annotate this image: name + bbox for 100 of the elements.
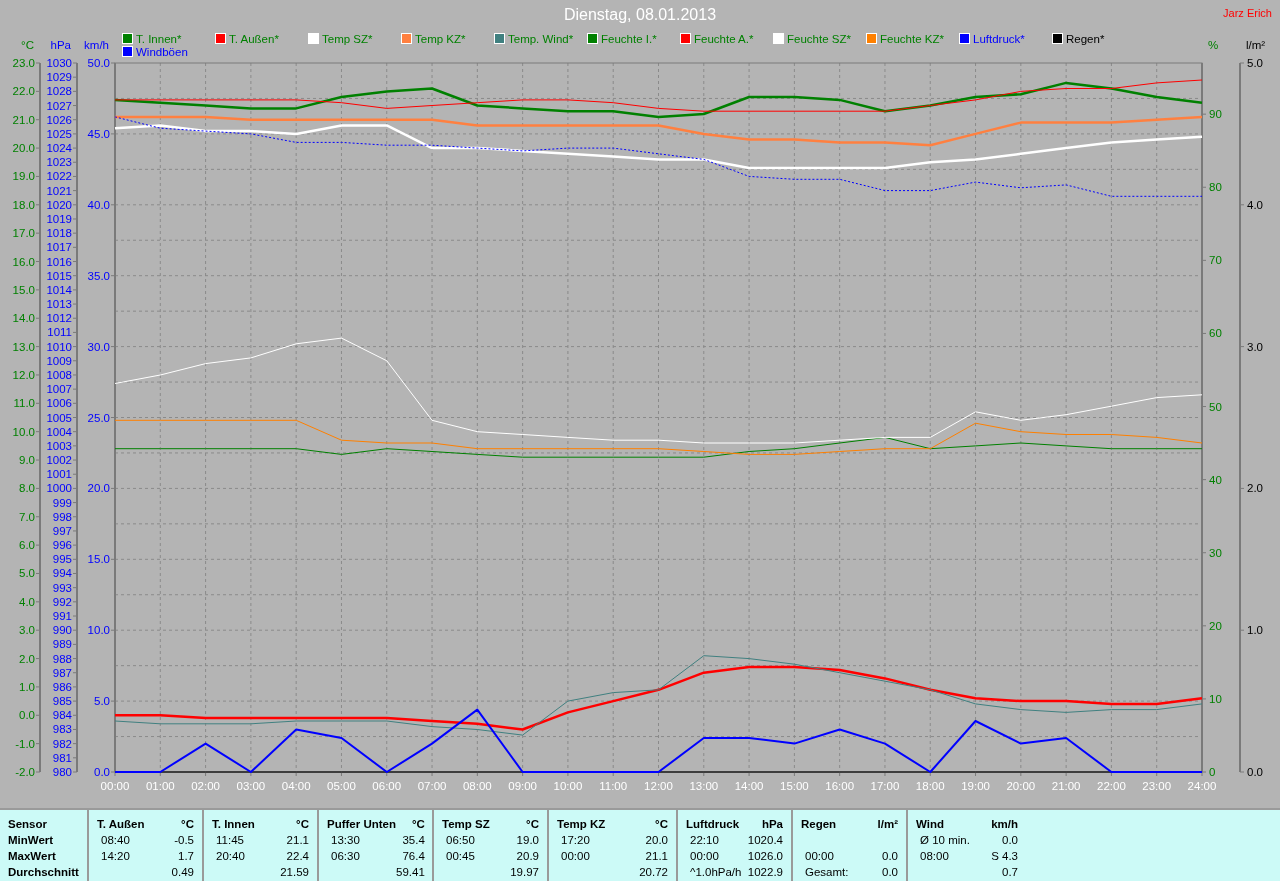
axis-tick-label: 985 bbox=[52, 695, 72, 708]
table-cell-text: 1020.4 bbox=[747, 833, 783, 848]
axis-tick-label: 5.0 bbox=[94, 695, 110, 708]
table-cell-text: 13:30 bbox=[330, 833, 361, 848]
legend-label: Feuchte I.* bbox=[601, 33, 657, 45]
table-cell-text: 76.4 bbox=[401, 849, 425, 864]
axis-tick-label: 12:00 bbox=[644, 780, 673, 792]
axis-tick-label: 6.0 bbox=[19, 539, 35, 552]
axis-tick-label: 1.0 bbox=[1247, 624, 1263, 637]
column-unit: °C bbox=[410, 817, 425, 832]
axis-tick-label: 998 bbox=[52, 510, 72, 523]
axis-tick-label: 2.0 bbox=[1247, 482, 1263, 495]
axis-tick-label: 12.0 bbox=[12, 368, 35, 381]
table-cell-text: 0.0 bbox=[881, 849, 898, 864]
axis-unit: °C bbox=[21, 39, 34, 51]
axis-tick-label: 1019 bbox=[46, 213, 72, 225]
column-title: Temp SZ bbox=[442, 817, 491, 832]
axis-tick-label: 9.0 bbox=[19, 454, 35, 467]
table-cell-text: 00:00 bbox=[689, 849, 720, 864]
axis-tick-label: 7.0 bbox=[19, 510, 35, 523]
axis-tick-label: 15.0 bbox=[87, 553, 110, 566]
axis-tick-label: 13:00 bbox=[689, 780, 719, 792]
table-cell-text: 20:40 bbox=[215, 849, 246, 864]
axis-tick-label: 982 bbox=[52, 737, 72, 750]
axis-tick-label: 20:00 bbox=[1006, 780, 1036, 792]
column-unit: km/h bbox=[991, 817, 1018, 832]
axis-tick-label: 1018 bbox=[46, 227, 72, 240]
axis-tick-label: 1025 bbox=[46, 127, 72, 140]
column-unit: l/m² bbox=[877, 817, 898, 832]
table-cell-text: 0.7 bbox=[1001, 865, 1018, 880]
axis-tick-label: 14:00 bbox=[734, 780, 764, 792]
legend-label: Temp. Wind* bbox=[508, 33, 574, 45]
axis-tick-label: 16:00 bbox=[825, 780, 855, 792]
axis-tick-label: 19:00 bbox=[961, 780, 990, 792]
column-unit: °C bbox=[654, 817, 668, 832]
axis-tick-label: 1020 bbox=[46, 198, 72, 211]
axis-tick-label: 990 bbox=[52, 624, 72, 637]
axis-tick-label: 07:00 bbox=[417, 780, 447, 792]
table-cell-text: 1026.0 bbox=[747, 849, 783, 864]
axis-tick-label: 4.0 bbox=[19, 595, 35, 608]
legend-label: Temp KZ* bbox=[415, 33, 466, 45]
axis-tick-label: 24:00 bbox=[1187, 780, 1217, 792]
table-cell-text: 0.0 bbox=[881, 865, 898, 880]
row-label: MinWert bbox=[8, 833, 55, 848]
axis-tick-label: 1029 bbox=[46, 71, 72, 84]
axis-tick-label: 15.0 bbox=[12, 283, 35, 296]
axis-tick-label: 11:00 bbox=[599, 780, 628, 792]
axis-tick-label: 987 bbox=[52, 666, 72, 679]
axis-tick-label: 1027 bbox=[46, 99, 72, 112]
axis-tick-label: 988 bbox=[52, 652, 72, 665]
row-label: Durchschnitt bbox=[8, 865, 80, 880]
table-cell-text: 11:45 bbox=[215, 833, 245, 848]
table-cell-text: 20.0 bbox=[644, 833, 668, 848]
axis-tick-label: 1.0 bbox=[19, 680, 35, 693]
table-cell-text: 21.59 bbox=[280, 865, 309, 880]
table-cell-text: 17:20 bbox=[560, 833, 591, 848]
legend-label: T. Innen* bbox=[136, 33, 182, 45]
axis-tick-label: 0.0 bbox=[94, 766, 110, 778]
axis-tick-label: 40.0 bbox=[87, 198, 110, 211]
axis-tick-label: 992 bbox=[52, 595, 72, 608]
legend-label: T. Außen* bbox=[229, 33, 279, 45]
axis-tick-label: 1008 bbox=[46, 368, 72, 381]
axis-tick-label: 14.0 bbox=[12, 312, 35, 325]
axis-tick-label: 60 bbox=[1209, 327, 1222, 340]
axis-tick-label: 15:00 bbox=[780, 780, 809, 792]
axis-tick-label: 10.0 bbox=[12, 425, 35, 438]
table-cell-text: 06:50 bbox=[445, 833, 476, 848]
axis-tick-label: 8.0 bbox=[19, 482, 35, 495]
legend-label: Temp SZ* bbox=[322, 33, 373, 45]
axis-tick-label: 90 bbox=[1209, 108, 1222, 121]
column-unit: °C bbox=[525, 817, 539, 832]
axis-tick-label: 08:00 bbox=[462, 780, 492, 792]
axis-tick-label: 1009 bbox=[46, 354, 72, 367]
axis-tick-label: 1030 bbox=[46, 57, 72, 69]
axis-tick-label: 10:00 bbox=[553, 780, 583, 792]
axis-tick-label: 03:00 bbox=[236, 780, 266, 792]
axis-tick-label: 994 bbox=[52, 567, 72, 580]
column-title: Regen bbox=[801, 817, 838, 832]
axis-tick-label: 1016 bbox=[46, 255, 72, 268]
axis-tick-label: 35.0 bbox=[87, 269, 110, 282]
axis-tick-label: 2.0 bbox=[19, 652, 35, 665]
axis-tick-label: 16.0 bbox=[12, 255, 35, 268]
axis-tick-label: 17:00 bbox=[870, 780, 900, 792]
table-cell-text: Gesamt: bbox=[804, 865, 850, 880]
axis-tick-label: 23:00 bbox=[1142, 780, 1172, 792]
row-label: MaxWert bbox=[8, 849, 57, 864]
axis-tick-label: 1017 bbox=[46, 241, 72, 254]
axis-tick-label: 980 bbox=[52, 766, 72, 778]
axis-tick-label: 30.0 bbox=[87, 340, 110, 353]
column-unit: °C bbox=[295, 817, 309, 832]
axis-unit: % bbox=[1208, 39, 1219, 51]
axis-tick-label: 50.0 bbox=[87, 57, 110, 69]
legend-label: Luftdruck* bbox=[973, 33, 1025, 45]
axis-tick-label: 10.0 bbox=[87, 624, 110, 637]
table-cell-text: 19.0 bbox=[515, 833, 539, 848]
legend-label: Feuchte A.* bbox=[694, 33, 754, 45]
axis-tick-label: 989 bbox=[52, 638, 72, 651]
axis-tick-label: 18.0 bbox=[12, 198, 35, 211]
axis-tick-label: 1013 bbox=[46, 298, 72, 311]
axis-tick-label: 70 bbox=[1209, 254, 1222, 267]
